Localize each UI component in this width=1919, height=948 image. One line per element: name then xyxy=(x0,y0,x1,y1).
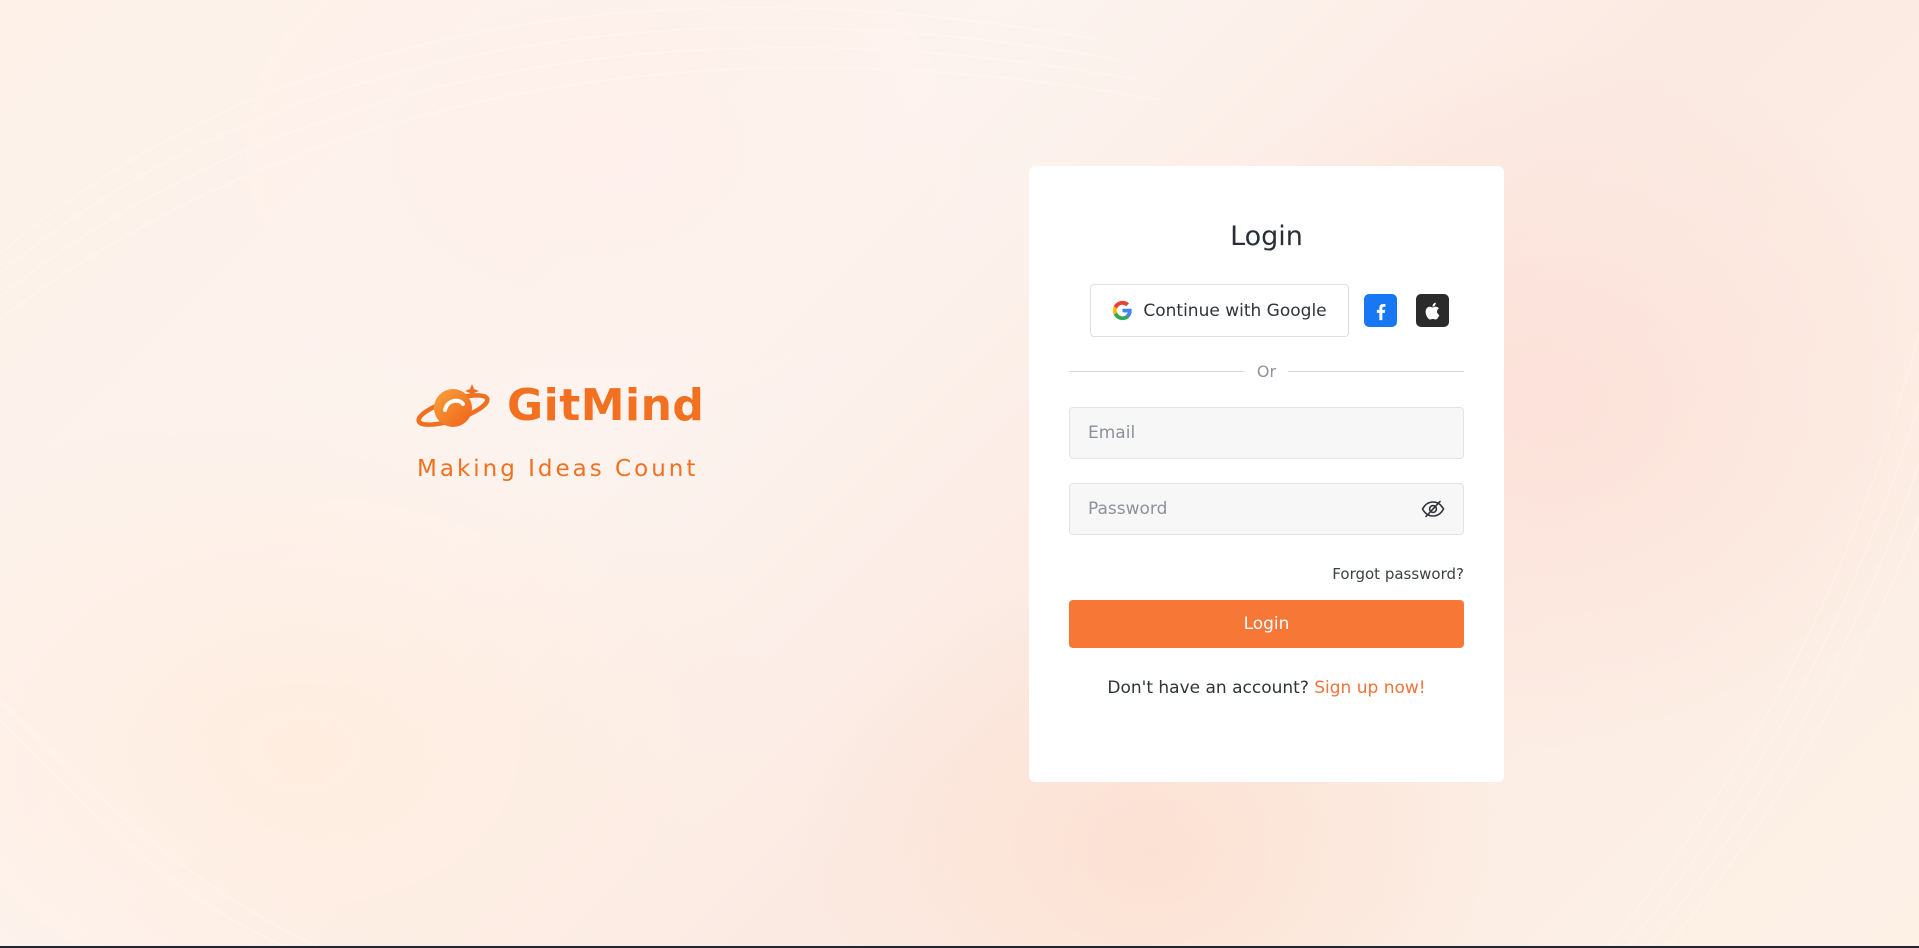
facebook-login-button[interactable] xyxy=(1364,294,1397,327)
brand-logo: GitMind xyxy=(415,376,704,434)
divider-line-left xyxy=(1069,371,1245,372)
login-button[interactable]: Login xyxy=(1069,600,1464,648)
login-card: Login Continue with Google Or Email Forg… xyxy=(1029,166,1504,782)
facebook-icon xyxy=(1376,303,1385,320)
or-divider: Or xyxy=(1069,362,1465,381)
email-field xyxy=(1069,407,1464,459)
background-swirl xyxy=(0,7,1919,948)
divider-line-right xyxy=(1288,371,1465,372)
password-input[interactable] xyxy=(1088,499,1421,519)
brand-tagline: Making Ideas Count xyxy=(417,456,699,482)
social-login-row: Continue with Google xyxy=(1069,284,1464,337)
signup-prompt: Don't have an account? xyxy=(1107,678,1309,698)
google-icon xyxy=(1113,300,1133,321)
eye-slash-icon[interactable] xyxy=(1421,499,1445,519)
password-field xyxy=(1069,483,1464,535)
forgot-password-link[interactable]: Forgot password? xyxy=(1069,565,1464,583)
signup-row: Don't have an account? Sign up now! xyxy=(1069,678,1464,698)
apple-login-button[interactable] xyxy=(1416,294,1449,327)
signup-link[interactable]: Sign up now! xyxy=(1314,678,1425,698)
brand-panel: GitMind Making Ideas Count xyxy=(415,376,704,482)
brand-name: GitMind xyxy=(507,379,705,431)
email-input[interactable] xyxy=(1088,423,1445,443)
login-title: Login xyxy=(1230,221,1303,252)
google-button-label: Continue with Google xyxy=(1143,300,1327,321)
apple-icon xyxy=(1425,302,1439,320)
gitmind-logo-icon xyxy=(416,384,490,427)
continue-with-google-button[interactable]: Continue with Google xyxy=(1090,284,1349,337)
divider-text: Or xyxy=(1256,362,1277,381)
